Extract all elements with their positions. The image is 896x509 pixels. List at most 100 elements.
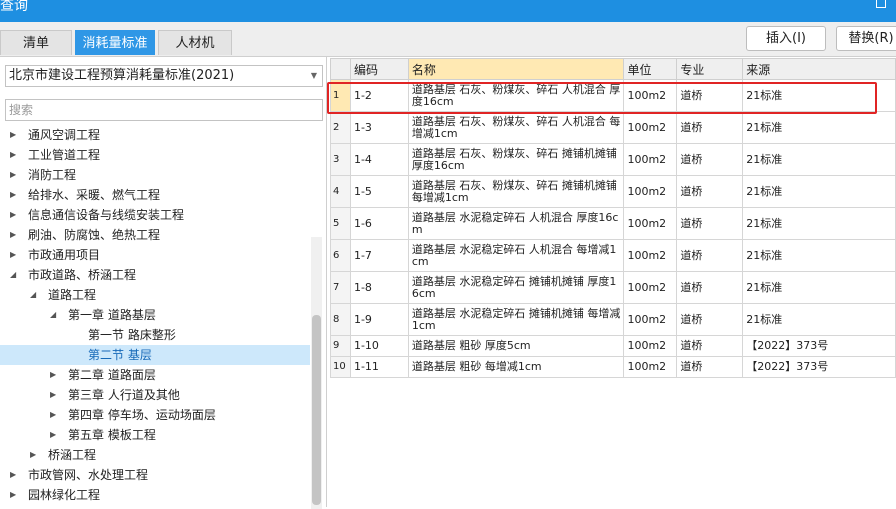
cell-unit: 100m2: [623, 271, 678, 304]
caret-down-icon[interactable]: ◢: [10, 265, 20, 285]
tree-node[interactable]: ▶ 给排水、采暖、燃气工程: [0, 185, 310, 205]
cell-source: 【2022】373号: [742, 335, 896, 357]
cell-source: 21标准: [742, 271, 896, 304]
scrollbar-thumb[interactable]: [312, 315, 321, 505]
caret-right-icon[interactable]: ▶: [10, 185, 20, 205]
tree-node[interactable]: ▶ 第五章 模板工程: [0, 425, 310, 445]
caret-right-icon[interactable]: ▶: [10, 145, 20, 165]
tree-node-label: 市政通用项目: [28, 248, 101, 262]
table-row[interactable]: 3 1-4 道路基层 石灰、粉煤灰、碎石 摊铺机摊铺 厚度16cm 100m2 道桥 21…: [330, 143, 896, 176]
caret-right-icon[interactable]: ▶: [50, 425, 60, 445]
caret-right-icon[interactable]: ▶: [50, 385, 60, 405]
tree-node[interactable]: ▶ 刷油、防腐蚀、绝热工程: [0, 225, 310, 245]
row-number: 3: [330, 143, 351, 176]
caret-right-icon[interactable]: ▶: [10, 245, 20, 265]
cell-name: 道路基层 水泥稳定碎石 人机混合 厚度16cm: [407, 207, 625, 240]
cell-name: 道路基层 水泥稳定碎石 摊铺机摊铺 厚度16cm: [407, 271, 625, 304]
caret-right-icon[interactable]: ▶: [10, 205, 20, 225]
column-header-source[interactable]: 来源: [742, 58, 896, 80]
table-row[interactable]: 7 1-8 道路基层 水泥稳定碎石 摊铺机摊铺 厚度16cm 100m2 道桥 21标准: [330, 271, 896, 304]
row-number: 4: [330, 175, 351, 208]
column-header-code[interactable]: 编码: [349, 58, 409, 80]
cell-source: 21标准: [742, 143, 896, 176]
cell-source: 21标准: [742, 207, 896, 240]
tree-node[interactable]: ▶ 桥涵工程: [0, 445, 310, 465]
cell-name: 道路基层 石灰、粉煤灰、碎石 摊铺机摊铺 厚度16cm: [407, 143, 625, 176]
maximize-icon[interactable]: [876, 0, 886, 8]
tree-node[interactable]: 第二节 基层: [0, 345, 310, 365]
caret-down-icon[interactable]: ◢: [30, 285, 40, 305]
tree-node[interactable]: ◢ 市政道路、桥涵工程: [0, 265, 310, 285]
row-number: 10: [330, 356, 351, 378]
cell-code: 1-7: [349, 239, 409, 272]
search-input[interactable]: [5, 99, 323, 121]
caret-right-icon[interactable]: ▶: [10, 465, 20, 485]
tree-node-label: 第四章 停车场、运动场面层: [68, 408, 216, 422]
cell-code: 1-2: [349, 79, 409, 112]
cell-major: 道桥: [676, 111, 744, 144]
replace-button[interactable]: 替换(R): [836, 26, 896, 51]
tab-list[interactable]: 清单: [0, 30, 72, 55]
results-grid: 编码 名称 单位 专业 来源 1 1-2 道路基层 石灰、粉煤灰、碎石 人机混合 厚…: [330, 57, 896, 507]
tree-node[interactable]: ▶ 信息通信设备与线缆安装工程: [0, 205, 310, 225]
caret-right-icon[interactable]: ▶: [10, 225, 20, 245]
tree-node[interactable]: ◢ 道路工程: [0, 285, 310, 305]
table-row[interactable]: 6 1-7 道路基层 水泥稳定碎石 人机混合 每增减1cm 100m2 道桥 21标准: [330, 239, 896, 272]
table-row[interactable]: 9 1-10 道路基层 粗砂 厚度5cm 100m2 道桥 【2022】373号: [330, 335, 896, 357]
cell-unit: 100m2: [623, 143, 678, 176]
tree-node[interactable]: ▶ 市政通用项目: [0, 245, 310, 265]
tree-node-label: 工业管道工程: [28, 148, 101, 162]
tree-node[interactable]: ▶ 通风空调工程: [0, 125, 310, 145]
window-title: 查询: [0, 0, 28, 14]
tree-node[interactable]: ▶ 第三章 人行道及其他: [0, 385, 310, 405]
table-row[interactable]: 8 1-9 道路基层 水泥稳定碎石 摊铺机摊铺 每增减1cm 100m2 道桥 21标准: [330, 303, 896, 336]
tree-node-label: 第五章 模板工程: [68, 428, 156, 442]
tree-node[interactable]: ▶ 工业管道工程: [0, 145, 310, 165]
row-number: 5: [330, 207, 351, 240]
tree-node-label: 市政管网、水处理工程: [28, 468, 149, 482]
caret-right-icon[interactable]: ▶: [50, 365, 60, 385]
tree-node[interactable]: ▶ 市政管网、水处理工程: [0, 465, 310, 485]
cell-major: 道桥: [676, 207, 744, 240]
row-number: 9: [330, 335, 351, 357]
caret-right-icon[interactable]: ▶: [50, 405, 60, 425]
tree-node-label: 市政道路、桥涵工程: [28, 268, 137, 282]
table-row[interactable]: 5 1-6 道路基层 水泥稳定碎石 人机混合 厚度16cm 100m2 道桥 21标准: [330, 207, 896, 240]
tree-node[interactable]: 第一节 路床整形: [0, 325, 310, 345]
standard-select[interactable]: 北京市建设工程预算消耗量标准(2021) ▼: [5, 65, 323, 87]
tree-node[interactable]: ▶ 消防工程: [0, 165, 310, 185]
row-number: 7: [330, 271, 351, 304]
column-header-major[interactable]: 专业: [676, 58, 744, 80]
caret-right-icon[interactable]: ▶: [10, 485, 20, 505]
left-pane: 北京市建设工程预算消耗量标准(2021) ▼ ▶ 通风空调工程 ▶ 工业管道工程 ▶ 消防…: [0, 57, 327, 509]
table-row[interactable]: 10 1-11 道路基层 粗砂 每增减1cm 100m2 道桥 【2022】373号: [330, 356, 896, 378]
cell-major: 道桥: [676, 239, 744, 272]
tree-node[interactable]: ▶ 第四章 停车场、运动场面层: [0, 405, 310, 425]
cell-code: 1-4: [349, 143, 409, 176]
table-row[interactable]: 1 1-2 道路基层 石灰、粉煤灰、碎石 人机混合 厚度16cm 100m2 道桥 21标…: [330, 79, 896, 112]
table-row[interactable]: 2 1-3 道路基层 石灰、粉煤灰、碎石 人机混合 每增减1cm 100m2 道桥 21标…: [330, 111, 896, 144]
row-number: 6: [330, 239, 351, 272]
tree-node[interactable]: ▶ 第二章 道路面层: [0, 365, 310, 385]
column-header-unit[interactable]: 单位: [623, 58, 678, 80]
cell-source: 21标准: [742, 175, 896, 208]
tab-labor-material-machine[interactable]: 人材机: [158, 30, 232, 55]
insert-button[interactable]: 插入(I): [746, 26, 826, 51]
cell-unit: 100m2: [623, 303, 678, 336]
tree-node[interactable]: ◢ 第一章 道路基层: [0, 305, 310, 325]
column-header-name[interactable]: 名称: [407, 58, 625, 80]
tree-node-label: 信息通信设备与线缆安装工程: [28, 208, 185, 222]
cell-code: 1-9: [349, 303, 409, 336]
cell-code: 1-6: [349, 207, 409, 240]
dropdown-arrow-icon: ▼: [310, 71, 317, 80]
table-row[interactable]: 4 1-5 道路基层 石灰、粉煤灰、碎石 摊铺机摊铺 每增减1cm 100m2 道桥 21…: [330, 175, 896, 208]
cell-major: 道桥: [676, 79, 744, 112]
caret-right-icon[interactable]: ▶: [10, 125, 20, 145]
tab-consumption-standard[interactable]: 消耗量标准: [75, 30, 155, 55]
caret-right-icon[interactable]: ▶: [10, 165, 20, 185]
cell-name: 道路基层 石灰、粉煤灰、碎石 人机混合 每增减1cm: [407, 111, 625, 144]
tree-node[interactable]: ▶ 园林绿化工程: [0, 485, 310, 505]
caret-right-icon[interactable]: ▶: [30, 445, 40, 465]
caret-down-icon[interactable]: ◢: [50, 305, 60, 325]
tree-scrollbar[interactable]: [311, 237, 322, 509]
